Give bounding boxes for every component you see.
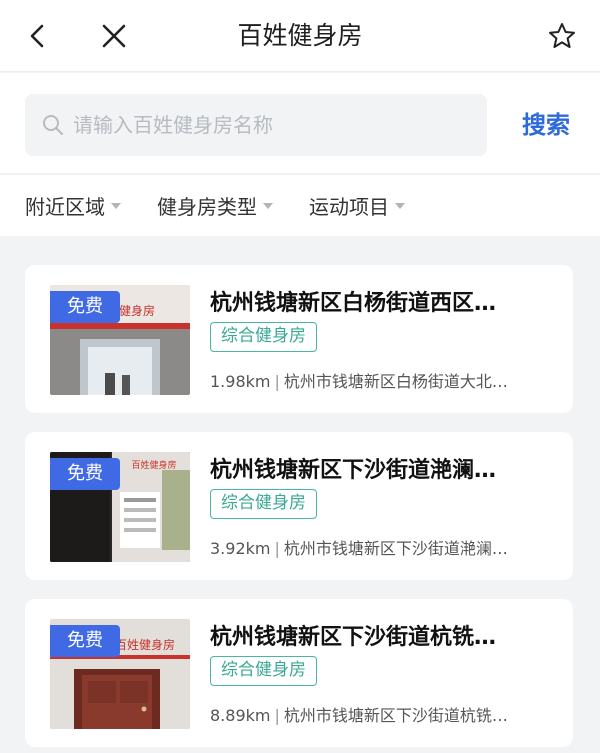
address: 杭州市钱塘新区下沙街道滟澜… <box>283 539 508 558</box>
separator: | <box>274 372 280 391</box>
gym-type-tag: 综合健身房 <box>210 489 317 519</box>
gym-name: 杭州钱塘新区下沙街道杭铣… <box>210 625 497 650</box>
filter-label: 附近区域 <box>25 195 105 219</box>
distance: 8.89km <box>210 706 271 725</box>
search-button[interactable]: 搜索 <box>522 94 570 156</box>
separator: | <box>274 539 280 558</box>
gym-card[interactable]: 百姓健身房 免费 杭州钱塘新区下沙街道滟澜… 综合健身房 3.92km | 杭州市钱… <box>25 432 573 580</box>
gym-thumbnail: 百姓健身房 免费 <box>50 285 190 395</box>
caret-down-icon <box>263 202 273 209</box>
search-icon <box>43 115 63 135</box>
caret-down-icon <box>395 202 405 209</box>
free-badge: 免费 <box>50 625 120 657</box>
gym-meta: 3.92km | 杭州市钱塘新区下沙街道滟澜… <box>210 535 555 559</box>
search-box[interactable] <box>25 94 487 156</box>
gym-name: 杭州钱塘新区下沙街道滟澜… <box>210 458 497 483</box>
thumb-sign-text: 百姓健身房 <box>131 459 176 471</box>
gym-type-tag: 综合健身房 <box>210 322 317 352</box>
favorite-button[interactable] <box>540 14 584 58</box>
gym-meta: 1.98km | 杭州市钱塘新区白杨街道大北… <box>210 368 555 392</box>
star-outline-icon <box>549 23 575 48</box>
filter-bar: 附近区域 健身房类型 运动项目 <box>0 174 600 236</box>
caret-down-icon <box>111 202 121 209</box>
gym-thumbnail: 百姓健身房 免费 <box>50 452 190 562</box>
separator: | <box>274 706 280 725</box>
thumb-sign-text: 百姓健身房 <box>115 637 175 652</box>
filter-label: 运动项目 <box>309 195 389 219</box>
address: 杭州市钱塘新区下沙街道杭铣… <box>283 706 508 725</box>
distance: 3.92km <box>210 539 271 558</box>
search-input[interactable] <box>73 113 473 137</box>
gym-type-tag: 综合健身房 <box>210 656 317 686</box>
gym-thumbnail: 百姓健身房 免费 <box>50 619 190 729</box>
top-nav-bar: 百姓健身房 <box>0 0 600 72</box>
filter-label: 健身房类型 <box>157 195 257 219</box>
free-badge: 免费 <box>50 458 120 490</box>
address: 杭州市钱塘新区白杨街道大北… <box>283 372 508 391</box>
filter-sport[interactable]: 运动项目 <box>309 191 405 220</box>
search-area: 搜索 <box>0 73 600 173</box>
gym-card[interactable]: 百姓健身房 免费 杭州钱塘新区白杨街道西区… 综合健身房 1.98km | 杭州市钱… <box>25 265 573 413</box>
gym-meta: 8.89km | 杭州市钱塘新区下沙街道杭铣… <box>210 702 555 726</box>
gym-card[interactable]: 百姓健身房 免费 杭州钱塘新区下沙街道杭铣… 综合健身房 8.89km | 杭州市钱… <box>25 599 573 747</box>
page-title: 百姓健身房 <box>237 21 363 50</box>
filter-gym-type[interactable]: 健身房类型 <box>157 191 273 220</box>
filter-nearby-area[interactable]: 附近区域 <box>25 191 121 220</box>
distance: 1.98km <box>210 372 271 391</box>
gym-name: 杭州钱塘新区白杨街道西区… <box>210 291 497 316</box>
free-badge: 免费 <box>50 291 120 323</box>
